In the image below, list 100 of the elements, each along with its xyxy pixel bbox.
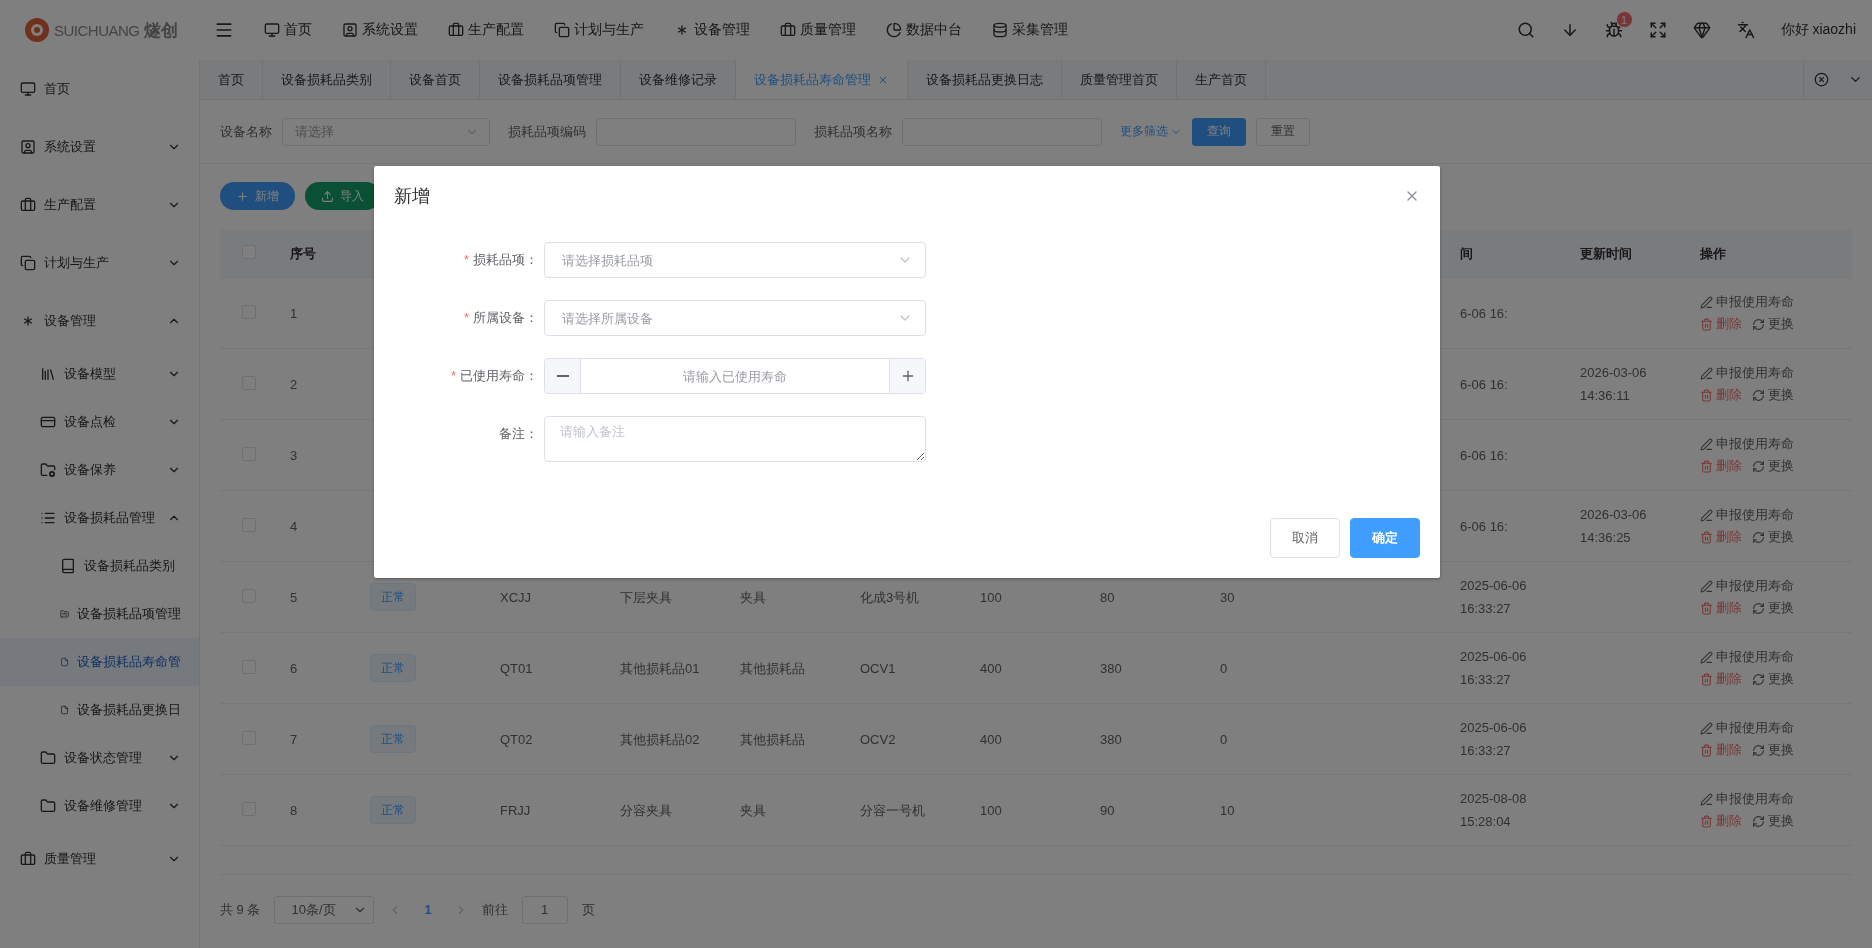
delete-link[interactable]: 删除 <box>1700 670 1742 688</box>
sidebar-item[interactable]: 设备损耗品寿命管 <box>0 638 199 686</box>
delete-link[interactable]: 删除 <box>1700 812 1742 830</box>
page-tab[interactable]: 设备损耗品更换日志 <box>908 60 1062 99</box>
page-number[interactable]: 1 <box>416 902 440 917</box>
filter-label: 损耗品项编码 <box>508 122 586 141</box>
trash-icon <box>1700 672 1713 686</box>
replace-link[interactable]: 更换 <box>1752 812 1794 830</box>
sidebar-item[interactable]: 计划与生产 <box>0 234 199 292</box>
number-field[interactable]: 请输入已使用寿命 <box>544 358 926 394</box>
replace-link[interactable]: 更换 <box>1752 599 1794 617</box>
form-label: 备注： <box>499 426 538 441</box>
user-greeting[interactable]: 你好 xiaozhi <box>1780 21 1856 39</box>
page-tab[interactable]: 设备损耗品项管理 <box>480 60 621 99</box>
select-field[interactable]: 请选择损耗品项 <box>544 242 926 278</box>
gem-icon[interactable] <box>1692 21 1711 39</box>
nav-item[interactable]: 系统设置 <box>342 21 418 39</box>
sidebar-item[interactable]: 设备维修管理 <box>0 782 199 830</box>
delete-link[interactable]: 删除 <box>1700 599 1742 617</box>
replace-link[interactable]: 更换 <box>1752 315 1794 333</box>
sidebar-item[interactable]: 设备状态管理 <box>0 734 199 782</box>
report-link[interactable]: 申报使用寿命 <box>1700 435 1794 453</box>
table-cell-text: OCV1 <box>860 659 896 678</box>
delete-link[interactable]: 删除 <box>1700 457 1742 475</box>
sidebar-item[interactable]: 设备损耗品类别 <box>0 542 199 590</box>
nav-item[interactable]: 计划与生产 <box>554 21 644 39</box>
nav-item[interactable]: 采集管理 <box>992 21 1068 39</box>
table-cell-text: 6-06 16: <box>1460 446 1508 465</box>
sidebar-item[interactable]: 设备点检 <box>0 398 199 446</box>
report-link[interactable]: 申报使用寿命 <box>1700 719 1794 737</box>
delete-link[interactable]: 删除 <box>1700 741 1742 759</box>
add-button[interactable]: 新增 <box>220 182 295 210</box>
page-tab[interactable]: 质量管理首页 <box>1062 60 1177 99</box>
nav-item[interactable]: 质量管理 <box>780 21 856 39</box>
sidebar-item[interactable]: 首页 <box>0 60 199 118</box>
select-field[interactable]: 请选择所属设备 <box>544 300 926 336</box>
sidebar-item[interactable]: 设备模型 <box>0 350 199 398</box>
column-header: 序号 <box>290 245 316 261</box>
table-cell-text: 100 <box>980 588 1002 607</box>
sidebar-item[interactable]: 生产配置 <box>0 176 199 234</box>
cancel-button[interactable]: 取消 <box>1270 518 1340 558</box>
table-cell-text: 分容夹具 <box>620 801 672 820</box>
number-input[interactable]: 请输入已使用寿命 <box>581 359 889 393</box>
report-link[interactable]: 申报使用寿命 <box>1700 790 1794 808</box>
sidebar-item[interactable]: 设备管理 <box>0 292 199 350</box>
fullscreen-icon[interactable] <box>1648 21 1667 39</box>
card-icon <box>40 414 56 430</box>
page-tab[interactable]: 生产首页 <box>1177 60 1266 99</box>
menu-icon[interactable] <box>214 20 234 40</box>
nav-item[interactable]: 设备管理 <box>674 21 750 39</box>
table-cell-text: 10 <box>1220 801 1235 820</box>
page-tab[interactable]: 设备损耗品类别 <box>263 60 391 99</box>
nav-item[interactable]: 生产配置 <box>448 21 524 39</box>
select-input[interactable]: 请选择所属设备 <box>560 309 897 327</box>
search-icon[interactable] <box>1516 21 1535 39</box>
report-link[interactable]: 申报使用寿命 <box>1700 577 1794 595</box>
sidebar-item[interactable]: 系统设置 <box>0 118 199 176</box>
sidebar-item[interactable]: 设备损耗品管理 <box>0 494 199 542</box>
page-size-select[interactable]: 10条/页 <box>274 895 375 924</box>
increment-button[interactable] <box>889 359 925 393</box>
replace-link[interactable]: 更换 <box>1752 457 1794 475</box>
sidebar-item[interactable]: 设备保养 <box>0 446 199 494</box>
required-mark: * <box>463 251 469 269</box>
page-number-input[interactable]: 1 <box>522 896 567 923</box>
report-link[interactable]: 申报使用寿命 <box>1700 506 1794 524</box>
page-tab[interactable]: 设备首页 <box>391 60 480 99</box>
page-tab[interactable]: 首页 <box>200 60 263 99</box>
query-button[interactable]: 查询 <box>1192 117 1246 146</box>
table-cell-text: 1 <box>290 304 298 323</box>
confirm-button[interactable]: 确定 <box>1350 518 1420 558</box>
more-filters-link[interactable]: 更多筛选 <box>1120 123 1182 140</box>
nav-item[interactable]: 首页 <box>264 21 312 39</box>
delete-link[interactable]: 删除 <box>1700 528 1742 546</box>
trash-icon <box>1700 317 1713 331</box>
nav-item[interactable]: 数据中台 <box>886 21 962 39</box>
delete-link[interactable]: 删除 <box>1700 315 1742 333</box>
textarea-field[interactable]: 请输入备注 <box>544 416 926 462</box>
table-cell-text: 80 <box>1100 588 1115 607</box>
sidebar-item[interactable]: 质量管理 <box>0 830 199 888</box>
sidebar-item[interactable]: 设备损耗品更换日 <box>0 686 199 734</box>
sidebar-item[interactable]: 设备损耗品项管理 <box>0 590 199 638</box>
replace-link[interactable]: 更换 <box>1752 741 1794 759</box>
trash-icon <box>1700 814 1713 828</box>
replace-link[interactable]: 更换 <box>1752 670 1794 688</box>
decrement-button[interactable] <box>545 359 581 393</box>
replace-link[interactable]: 更换 <box>1752 386 1794 404</box>
table-cell-text: 2025-06-06 16:33:27 <box>1460 648 1528 689</box>
report-link[interactable]: 申报使用寿命 <box>1700 648 1794 666</box>
report-link[interactable]: 申报使用寿命 <box>1700 293 1794 311</box>
delete-link[interactable]: 删除 <box>1700 386 1742 404</box>
report-link[interactable]: 申报使用寿命 <box>1700 364 1794 382</box>
page-size-input[interactable]: 10条/页 <box>289 901 354 918</box>
logo-text: SUICHUANG <box>54 21 140 39</box>
bug-icon[interactable] <box>1604 21 1623 39</box>
reset-button[interactable]: 重置 <box>1256 117 1310 146</box>
plus-icon <box>236 189 249 203</box>
page-tab[interactable]: 设备损耗品寿命管理 <box>736 60 908 99</box>
select-input[interactable]: 请选择损耗品项 <box>560 251 897 269</box>
replace-link[interactable]: 更换 <box>1752 528 1794 546</box>
language-icon[interactable] <box>1736 21 1755 39</box>
